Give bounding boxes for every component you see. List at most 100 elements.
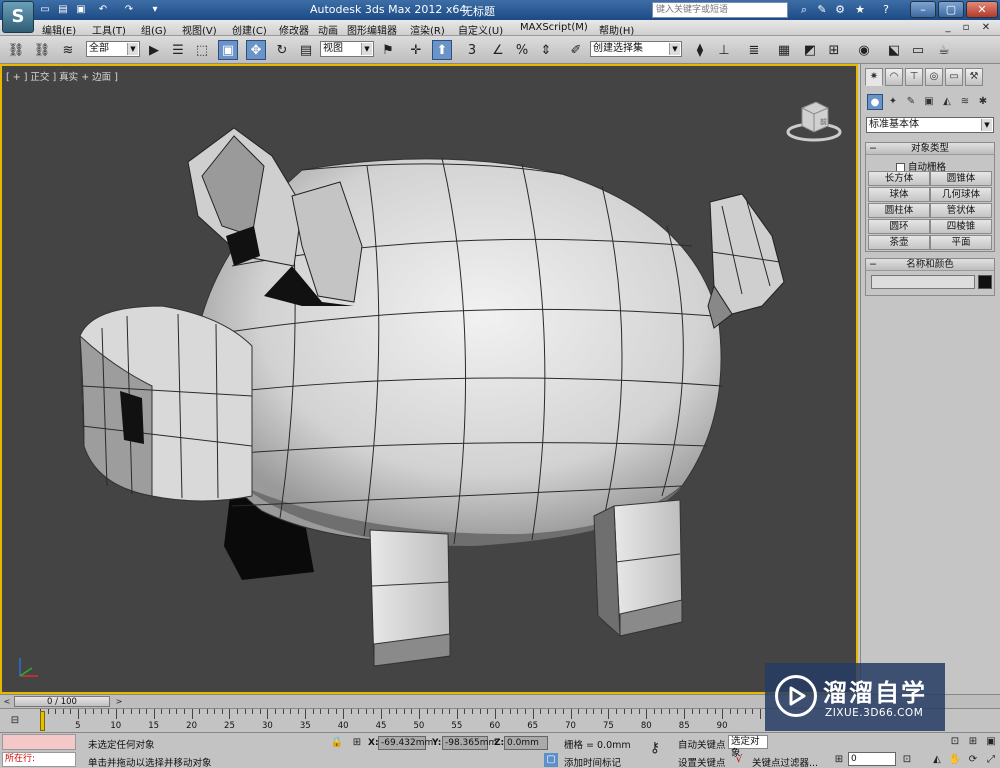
hierarchy-tab-icon[interactable]: ⊤ bbox=[905, 68, 923, 86]
bind-space-warp-icon[interactable]: ≋ bbox=[58, 40, 78, 60]
geometry-icon[interactable]: ● bbox=[867, 94, 883, 110]
undo-icon[interactable]: ↶ bbox=[96, 3, 110, 16]
object-color-swatch[interactable] bbox=[978, 275, 992, 289]
keyboard-shortcut-toggle-icon[interactable]: ⬆ bbox=[432, 40, 452, 60]
zoom-extents-icon[interactable]: ⊡ bbox=[948, 735, 962, 749]
pan-hand-icon[interactable]: ✋ bbox=[948, 753, 962, 767]
angle-snap-icon[interactable]: ∠ bbox=[488, 40, 508, 60]
display-tab-icon[interactable]: ▭ bbox=[945, 68, 963, 86]
key-icon[interactable]: ⚷ bbox=[648, 741, 662, 755]
orbit-icon[interactable]: ⟳ bbox=[966, 753, 980, 767]
viewcube-icon[interactable]: 前 bbox=[784, 94, 844, 144]
y-coordinate-field[interactable]: -98.365mm bbox=[442, 736, 497, 750]
maximize-viewport-icon[interactable]: ⤢ bbox=[984, 753, 998, 767]
menu-graph-editors[interactable]: 图形编辑器 bbox=[347, 22, 397, 37]
schematic-view-icon[interactable]: ⊞ bbox=[824, 40, 844, 60]
unlink-icon[interactable]: ⛓ bbox=[32, 40, 52, 60]
graphite-toolbar-icon[interactable]: ▦ bbox=[774, 40, 794, 60]
object-name-field[interactable] bbox=[871, 275, 975, 289]
menu-tools[interactable]: 工具(T) bbox=[92, 22, 126, 37]
prev-frame-icon[interactable]: < bbox=[0, 695, 14, 709]
sphere-button[interactable]: 球体 bbox=[868, 187, 930, 202]
spinner-snap-icon[interactable]: ⇕ bbox=[536, 40, 556, 60]
search-input[interactable]: 键入关键字或短语 bbox=[652, 2, 788, 18]
x-coordinate-field[interactable]: -69.432mm bbox=[378, 736, 433, 750]
key-curve-icon[interactable]: √ bbox=[732, 753, 746, 767]
key-filters-button[interactable]: 关键点过滤器... bbox=[752, 755, 818, 768]
render-setup-icon[interactable]: ⬕ bbox=[884, 40, 904, 60]
helpers-icon[interactable]: ◭ bbox=[939, 94, 955, 110]
favorites-star-icon[interactable]: ★ bbox=[852, 2, 868, 18]
menu-maxscript[interactable]: MAXScript(M) bbox=[520, 22, 588, 33]
pyramid-button[interactable]: 四棱锥 bbox=[930, 219, 992, 234]
subscription-icon[interactable]: ✎ bbox=[814, 2, 830, 18]
add-time-tag-label[interactable]: 添加时间标记 bbox=[564, 755, 621, 768]
time-slider-handle[interactable]: 0 / 100 bbox=[14, 696, 110, 707]
binoculars-icon[interactable]: ⌕ bbox=[796, 2, 812, 18]
name-and-color-header[interactable]: − 名称和颜色 bbox=[866, 259, 994, 271]
menu-help[interactable]: 帮助(H) bbox=[599, 22, 634, 37]
pivot-center-icon[interactable]: ⚑ bbox=[378, 40, 398, 60]
select-and-scale-icon[interactable]: ▤ bbox=[296, 40, 316, 60]
time-config-icon[interactable]: ⊡ bbox=[900, 753, 914, 767]
mirror-icon[interactable]: ⧫ bbox=[690, 40, 710, 60]
rectangular-selection-icon[interactable]: ⬚ bbox=[192, 40, 212, 60]
utilities-tab-icon[interactable]: ⚒ bbox=[965, 68, 983, 86]
doc-minimize-icon[interactable]: _ bbox=[940, 21, 956, 34]
select-object-icon[interactable]: ▶ bbox=[144, 40, 164, 60]
geosphere-button[interactable]: 几何球体 bbox=[930, 187, 992, 202]
menu-create[interactable]: 创建(C) bbox=[232, 22, 267, 37]
cylinder-button[interactable]: 圆柱体 bbox=[868, 203, 930, 218]
add-time-tag-icon[interactable]: ▢ bbox=[544, 753, 558, 767]
next-frame-icon[interactable]: > bbox=[112, 695, 126, 709]
snaps-toggle-icon[interactable]: 3 bbox=[462, 40, 482, 60]
reference-coord-select[interactable]: 视图 ▼ bbox=[320, 41, 374, 57]
quick-access-dropdown-icon[interactable]: ▾ bbox=[148, 3, 162, 16]
box-button[interactable]: 长方体 bbox=[868, 171, 930, 186]
select-manipulate-icon[interactable]: ✛ bbox=[406, 40, 426, 60]
z-coordinate-field[interactable]: 0.0mm bbox=[504, 736, 548, 750]
tube-button[interactable]: 管状体 bbox=[930, 203, 992, 218]
render-teapot-icon[interactable]: ☕ bbox=[934, 40, 954, 60]
create-tab-icon[interactable]: ✷ bbox=[865, 68, 883, 86]
modify-tab-icon[interactable]: ◠ bbox=[885, 68, 903, 86]
save-file-icon[interactable]: ▣ bbox=[74, 3, 88, 16]
close-button[interactable]: ✕ bbox=[966, 1, 998, 18]
zoom-all-icon[interactable]: ⊞ bbox=[966, 735, 980, 749]
selection-filter-select[interactable]: 全部 ▼ bbox=[86, 41, 140, 57]
help-icon[interactable]: ? bbox=[878, 2, 894, 18]
plane-button[interactable]: 平面 bbox=[930, 235, 992, 250]
select-and-rotate-icon[interactable]: ↻ bbox=[272, 40, 292, 60]
named-selection-select[interactable]: 创建选择集 ▼ bbox=[590, 41, 682, 57]
object-type-header[interactable]: − 对象类型 bbox=[866, 143, 994, 155]
select-by-name-icon[interactable]: ☰ bbox=[168, 40, 188, 60]
menu-animation[interactable]: 动画 bbox=[318, 22, 338, 37]
mini-curve-editor-icon[interactable]: ⊟ bbox=[8, 714, 22, 728]
current-frame-field[interactable]: 0 bbox=[848, 752, 896, 766]
doc-restore-icon[interactable]: ▫ bbox=[958, 21, 974, 34]
open-file-icon[interactable]: ▤ bbox=[56, 3, 70, 16]
selected-dropdown[interactable]: 选定对象 bbox=[728, 735, 768, 759]
field-of-view-icon[interactable]: ◭ bbox=[930, 753, 944, 767]
lights-icon[interactable]: ✎ bbox=[903, 94, 919, 110]
doc-close-icon[interactable]: ✕ bbox=[978, 21, 994, 34]
maxscript-listener-box[interactable] bbox=[2, 734, 76, 750]
maxscript-listener-label[interactable]: 所在行: bbox=[2, 752, 76, 767]
maximize-button[interactable]: ▢ bbox=[938, 1, 964, 18]
communication-icon[interactable]: ⚙ bbox=[832, 2, 848, 18]
material-editor-icon[interactable]: ◉ bbox=[854, 40, 874, 60]
max-toggle-icon[interactable]: ▣ bbox=[984, 735, 998, 749]
redo-icon[interactable]: ↷ bbox=[122, 3, 136, 16]
key-mode-icon[interactable]: ⊞ bbox=[832, 753, 846, 767]
frame-ruler[interactable]: 5 10 15 20 25 30 35 40 45 50 55 60 65 70 75 80 85 90 bbox=[40, 709, 761, 733]
app-logo-icon[interactable]: S bbox=[2, 1, 34, 33]
align-icon[interactable]: ⊥ bbox=[714, 40, 734, 60]
current-time-marker[interactable] bbox=[40, 711, 45, 731]
space-warps-icon[interactable]: ≋ bbox=[957, 94, 973, 110]
teapot-button[interactable]: 茶壶 bbox=[868, 235, 930, 250]
select-and-move-icon[interactable]: ✥ bbox=[246, 40, 266, 60]
auto-key-label[interactable]: 自动关键点 bbox=[678, 737, 726, 751]
systems-icon[interactable]: ✱ bbox=[975, 94, 991, 110]
pig-3d-model[interactable] bbox=[2, 66, 856, 692]
menu-rendering[interactable]: 渲染(R) bbox=[410, 22, 445, 37]
